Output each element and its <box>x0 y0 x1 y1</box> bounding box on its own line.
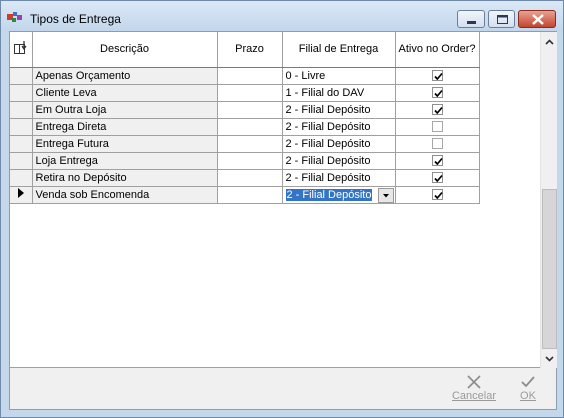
cell-filial[interactable]: 2 - Filial Depósito <box>282 169 396 187</box>
cell-ativo <box>395 101 480 119</box>
cell-filial[interactable]: 1 - Filial do DAV <box>282 84 396 102</box>
cell-ativo <box>395 84 480 102</box>
scroll-down-icon[interactable] <box>545 354 554 363</box>
chevron-down-icon <box>382 193 389 197</box>
row-indicator[interactable] <box>10 152 33 170</box>
checkbox-checked[interactable] <box>431 189 443 201</box>
checkmark-icon <box>521 376 535 388</box>
maximize-icon <box>497 15 508 24</box>
column-header-descricao[interactable]: Descrição <box>32 32 218 68</box>
table-row[interactable]: Cliente Leva 1 - Filial do DAV <box>10 84 480 102</box>
cell-prazo[interactable] <box>217 84 283 102</box>
checkbox-unchecked[interactable] <box>431 121 443 133</box>
app-icon <box>7 11 23 23</box>
cell-prazo[interactable] <box>217 118 283 136</box>
cell-ativo <box>395 186 480 204</box>
maximize-button[interactable] <box>488 10 515 28</box>
table-row[interactable]: Venda sob Encomenda 2 - Filial Depósito <box>10 186 480 204</box>
ok-button-label: OK <box>520 390 536 402</box>
cell-prazo[interactable] <box>217 135 283 153</box>
minimize-icon <box>467 21 476 24</box>
close-button[interactable] <box>518 10 556 28</box>
cancel-button-label: Cancelar <box>451 390 497 402</box>
table-row[interactable]: Em Outra Loja 2 - Filial Depósito <box>10 101 480 119</box>
row-indicator[interactable] <box>10 101 33 119</box>
checkbox-checked[interactable] <box>431 104 443 116</box>
cell-descricao[interactable]: Loja Entrega <box>32 152 218 170</box>
row-indicator[interactable] <box>10 84 33 102</box>
cell-filial[interactable]: 2 - Filial Depósito <box>282 118 396 136</box>
checkbox-checked[interactable] <box>431 70 443 82</box>
footer-toolbar: Cancelar OK <box>10 370 557 410</box>
cell-ativo <box>395 135 480 153</box>
cancel-button[interactable]: Cancelar <box>450 375 498 402</box>
table-row[interactable]: Loja Entrega 2 - Filial Depósito <box>10 152 480 170</box>
row-indicator[interactable] <box>10 169 33 187</box>
close-icon <box>532 14 544 25</box>
header-row: Descrição Prazo Filial de Entrega Ativo … <box>10 32 480 68</box>
checkbox-checked[interactable] <box>431 172 443 184</box>
cell-ativo <box>395 67 480 85</box>
row-indicator[interactable] <box>10 186 33 204</box>
header-corner[interactable] <box>10 32 33 68</box>
tipos-de-entrega-window: Tipos de Entrega Descrição Prazo Filial … <box>0 0 564 418</box>
cell-descricao[interactable]: Cliente Leva <box>32 84 218 102</box>
x-icon <box>467 375 481 389</box>
table-row[interactable]: Apenas Orçamento 0 - Livre <box>10 67 480 85</box>
table-row[interactable]: Entrega Futura 2 - Filial Depósito <box>10 135 480 153</box>
cell-descricao[interactable]: Entrega Futura <box>32 135 218 153</box>
grid-table: Descrição Prazo Filial de Entrega Ativo … <box>10 32 480 204</box>
cell-filial-dropdown[interactable]: 2 - Filial Depósito <box>282 186 396 204</box>
cell-descricao[interactable]: Apenas Orçamento <box>32 67 218 85</box>
cell-filial[interactable]: 2 - Filial Depósito <box>282 101 396 119</box>
vertical-scrollbar[interactable] <box>540 32 557 368</box>
cell-ativo <box>395 169 480 187</box>
cell-prazo[interactable] <box>217 152 283 170</box>
cell-filial[interactable]: 2 - Filial Depósito <box>282 135 396 153</box>
cell-prazo[interactable] <box>217 101 283 119</box>
scrollbar-thumb[interactable] <box>542 189 557 349</box>
cell-descricao[interactable]: Entrega Direta <box>32 118 218 136</box>
dialog-client-area: Descrição Prazo Filial de Entrega Ativo … <box>9 31 557 410</box>
current-row-pointer-icon <box>17 188 24 198</box>
cell-descricao[interactable]: Em Outra Loja <box>32 101 218 119</box>
scroll-up-icon[interactable] <box>545 38 554 47</box>
cell-filial[interactable]: 2 - Filial Depósito <box>282 152 396 170</box>
checkbox-unchecked[interactable] <box>431 138 443 150</box>
row-indicator[interactable] <box>10 135 33 153</box>
minimize-button[interactable] <box>457 10 485 28</box>
row-indicator[interactable] <box>10 118 33 136</box>
column-header-filial-de-entrega[interactable]: Filial de Entrega <box>282 32 396 68</box>
window-title: Tipos de Entrega <box>30 12 121 26</box>
cell-descricao[interactable]: Retira no Depósito <box>32 169 218 187</box>
cell-filial[interactable]: 0 - Livre <box>282 67 396 85</box>
table-row[interactable]: Entrega Direta 2 - Filial Depósito <box>10 118 480 136</box>
cell-ativo <box>395 118 480 136</box>
table-row[interactable]: Retira no Depósito 2 - Filial Depósito <box>10 169 480 187</box>
cell-ativo <box>395 152 480 170</box>
filial-selected-value: 2 - Filial Depósito <box>285 188 373 201</box>
cell-prazo[interactable] <box>217 186 283 204</box>
cell-prazo[interactable] <box>217 67 283 85</box>
dropdown-button[interactable] <box>377 187 394 202</box>
checkbox-checked[interactable] <box>431 87 443 99</box>
checkbox-checked[interactable] <box>431 155 443 167</box>
column-header-prazo[interactable]: Prazo <box>217 32 283 68</box>
sort-column-icon <box>13 40 27 54</box>
data-grid[interactable]: Descrição Prazo Filial de Entrega Ativo … <box>10 32 557 368</box>
ok-button[interactable]: OK <box>513 375 543 402</box>
cell-prazo[interactable] <box>217 169 283 187</box>
cell-descricao[interactable]: Venda sob Encomenda <box>32 186 218 204</box>
row-indicator[interactable] <box>10 67 33 85</box>
title-bar: Tipos de Entrega <box>1 1 563 31</box>
column-header-ativo-no-order[interactable]: Ativo no Order? <box>395 32 480 68</box>
